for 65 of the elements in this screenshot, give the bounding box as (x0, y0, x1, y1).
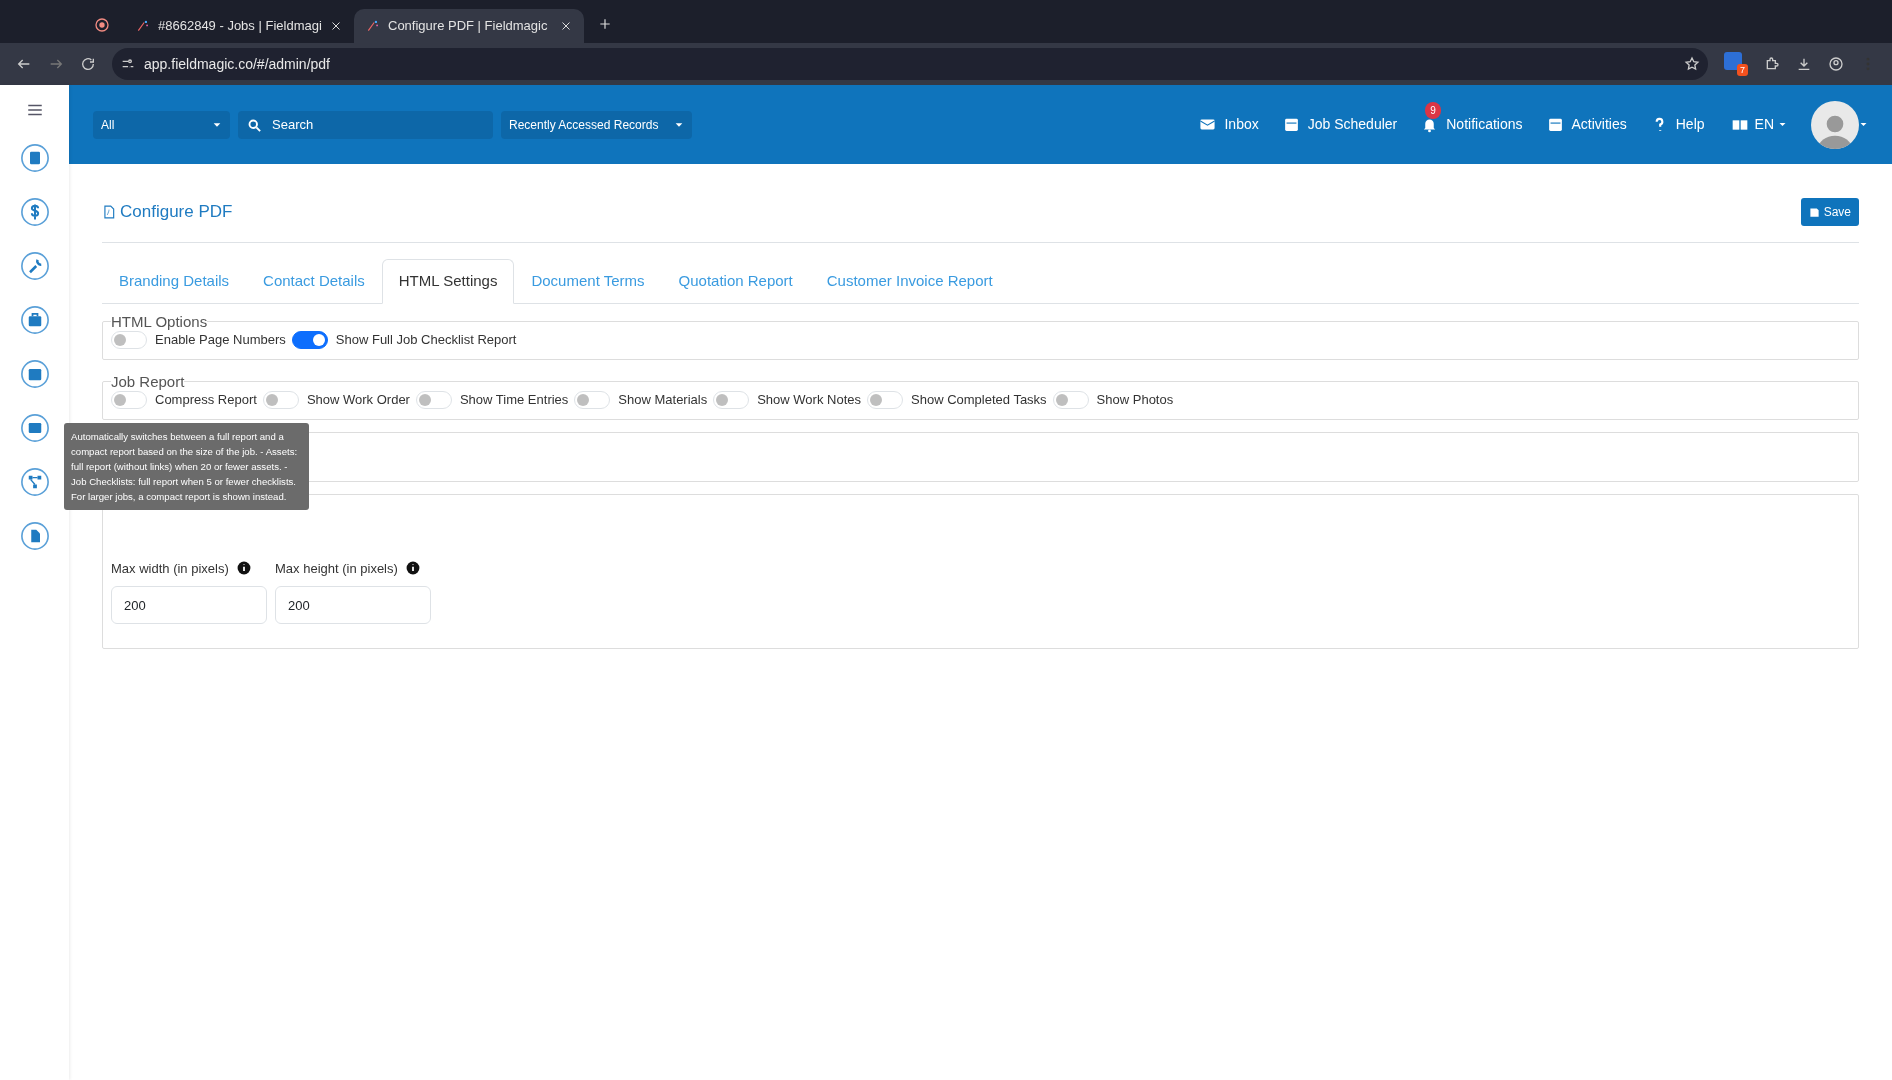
browser-tab[interactable]: Configure PDF | Fieldmagic (354, 9, 584, 43)
badge-count: 7 (1737, 64, 1748, 76)
switch-label: Compress Report (155, 390, 257, 409)
profile-icon[interactable] (1828, 56, 1844, 72)
tab-title: #8662849 - Jobs | Fieldmagi (158, 17, 322, 36)
caret-icon (1859, 120, 1868, 129)
tab-title: Configure PDF | Fieldmagic (388, 17, 549, 36)
switch-label: Show Time Entries (459, 390, 569, 409)
recent-records-dropdown[interactable]: Recently Accessed Records (501, 110, 693, 139)
avatar[interactable] (1811, 100, 1859, 149)
nav-link[interactable]: Activities (1546, 102, 1627, 135)
caret-icon (1778, 120, 1787, 129)
search-icon (247, 117, 262, 133)
switch-label: Show Work Order (306, 390, 410, 409)
download-icon[interactable] (1796, 56, 1812, 72)
section-legend: HTML Options (111, 311, 208, 332)
switch-label: Enable Page Numbers (155, 330, 286, 349)
language-dropdown[interactable]: EN (1728, 114, 1787, 135)
nav-link[interactable]: Help (1650, 102, 1705, 135)
section-legend: Job Report (111, 371, 185, 392)
number-input-field[interactable]: 200 (275, 586, 431, 624)
record-icon[interactable] (94, 17, 110, 33)
close-icon[interactable] (560, 20, 572, 32)
tab[interactable]: HTML Settings (381, 259, 515, 304)
wrench-icon[interactable] (19, 251, 50, 281)
favicon-icon (366, 19, 380, 33)
switch-label: Show Work Notes (757, 390, 861, 409)
dollar-icon[interactable] (19, 197, 50, 227)
field-label: Max width (in pixels) (111, 559, 229, 578)
nav-link[interactable]: Inbox (1199, 102, 1259, 135)
info-icon (236, 561, 251, 576)
info-icon (405, 561, 420, 576)
tab[interactable]: Customer Invoice Report (809, 259, 1010, 304)
switch-label: Show Materials (618, 390, 708, 409)
tooltip: Automatically switches between a full report and a compact report based on the size of the job. - Assets: full report (without links) when 20 or fewer assets. - Job Checklists: full report when 5 or fewer checklists. For larger jobs, a compact report is shown instead. (64, 423, 309, 510)
switch-label: Show Full Job Checklist Report (335, 330, 517, 349)
calendar-icon (1546, 116, 1564, 133)
toggle-switch[interactable] (291, 330, 328, 349)
hierarchy-icon[interactable] (19, 467, 50, 497)
favicon-icon (136, 19, 150, 33)
page-title: Configure PDF (120, 201, 233, 224)
tab[interactable]: Document Terms (514, 259, 662, 304)
search-field[interactable]: Search (238, 110, 493, 139)
close-icon[interactable] (330, 20, 342, 32)
scope-dropdown[interactable]: All (93, 110, 230, 139)
browser-tab[interactable]: #8662849 - Jobs | Fieldmagi (124, 9, 354, 43)
puzzle-icon[interactable] (1764, 56, 1780, 72)
notification-badge: 9 (1425, 102, 1441, 119)
star-icon[interactable] (1684, 56, 1700, 72)
calendar-icon (1282, 116, 1300, 133)
tab[interactable]: Contact Details (246, 259, 382, 304)
new-tab-icon[interactable] (598, 17, 612, 31)
switch-label: Show Photos (1096, 390, 1174, 409)
number-input-field[interactable]: 200 (111, 586, 267, 624)
pdf-file-icon (102, 204, 116, 220)
nav-link[interactable]: Job Scheduler (1282, 102, 1398, 135)
document-icon[interactable] (19, 521, 50, 551)
briefcase-icon[interactable] (19, 305, 50, 335)
field-label: Max height (in pixels) (275, 559, 398, 578)
switch-label: Show Completed Tasks (911, 390, 1047, 409)
tab[interactable]: Quotation Report (661, 259, 810, 304)
reload-icon[interactable] (80, 56, 96, 72)
nav-link[interactable]: Notifications 9 (1421, 102, 1523, 135)
tab[interactable]: Branding Details (102, 259, 247, 304)
save-button[interactable]: Save (1800, 198, 1859, 226)
